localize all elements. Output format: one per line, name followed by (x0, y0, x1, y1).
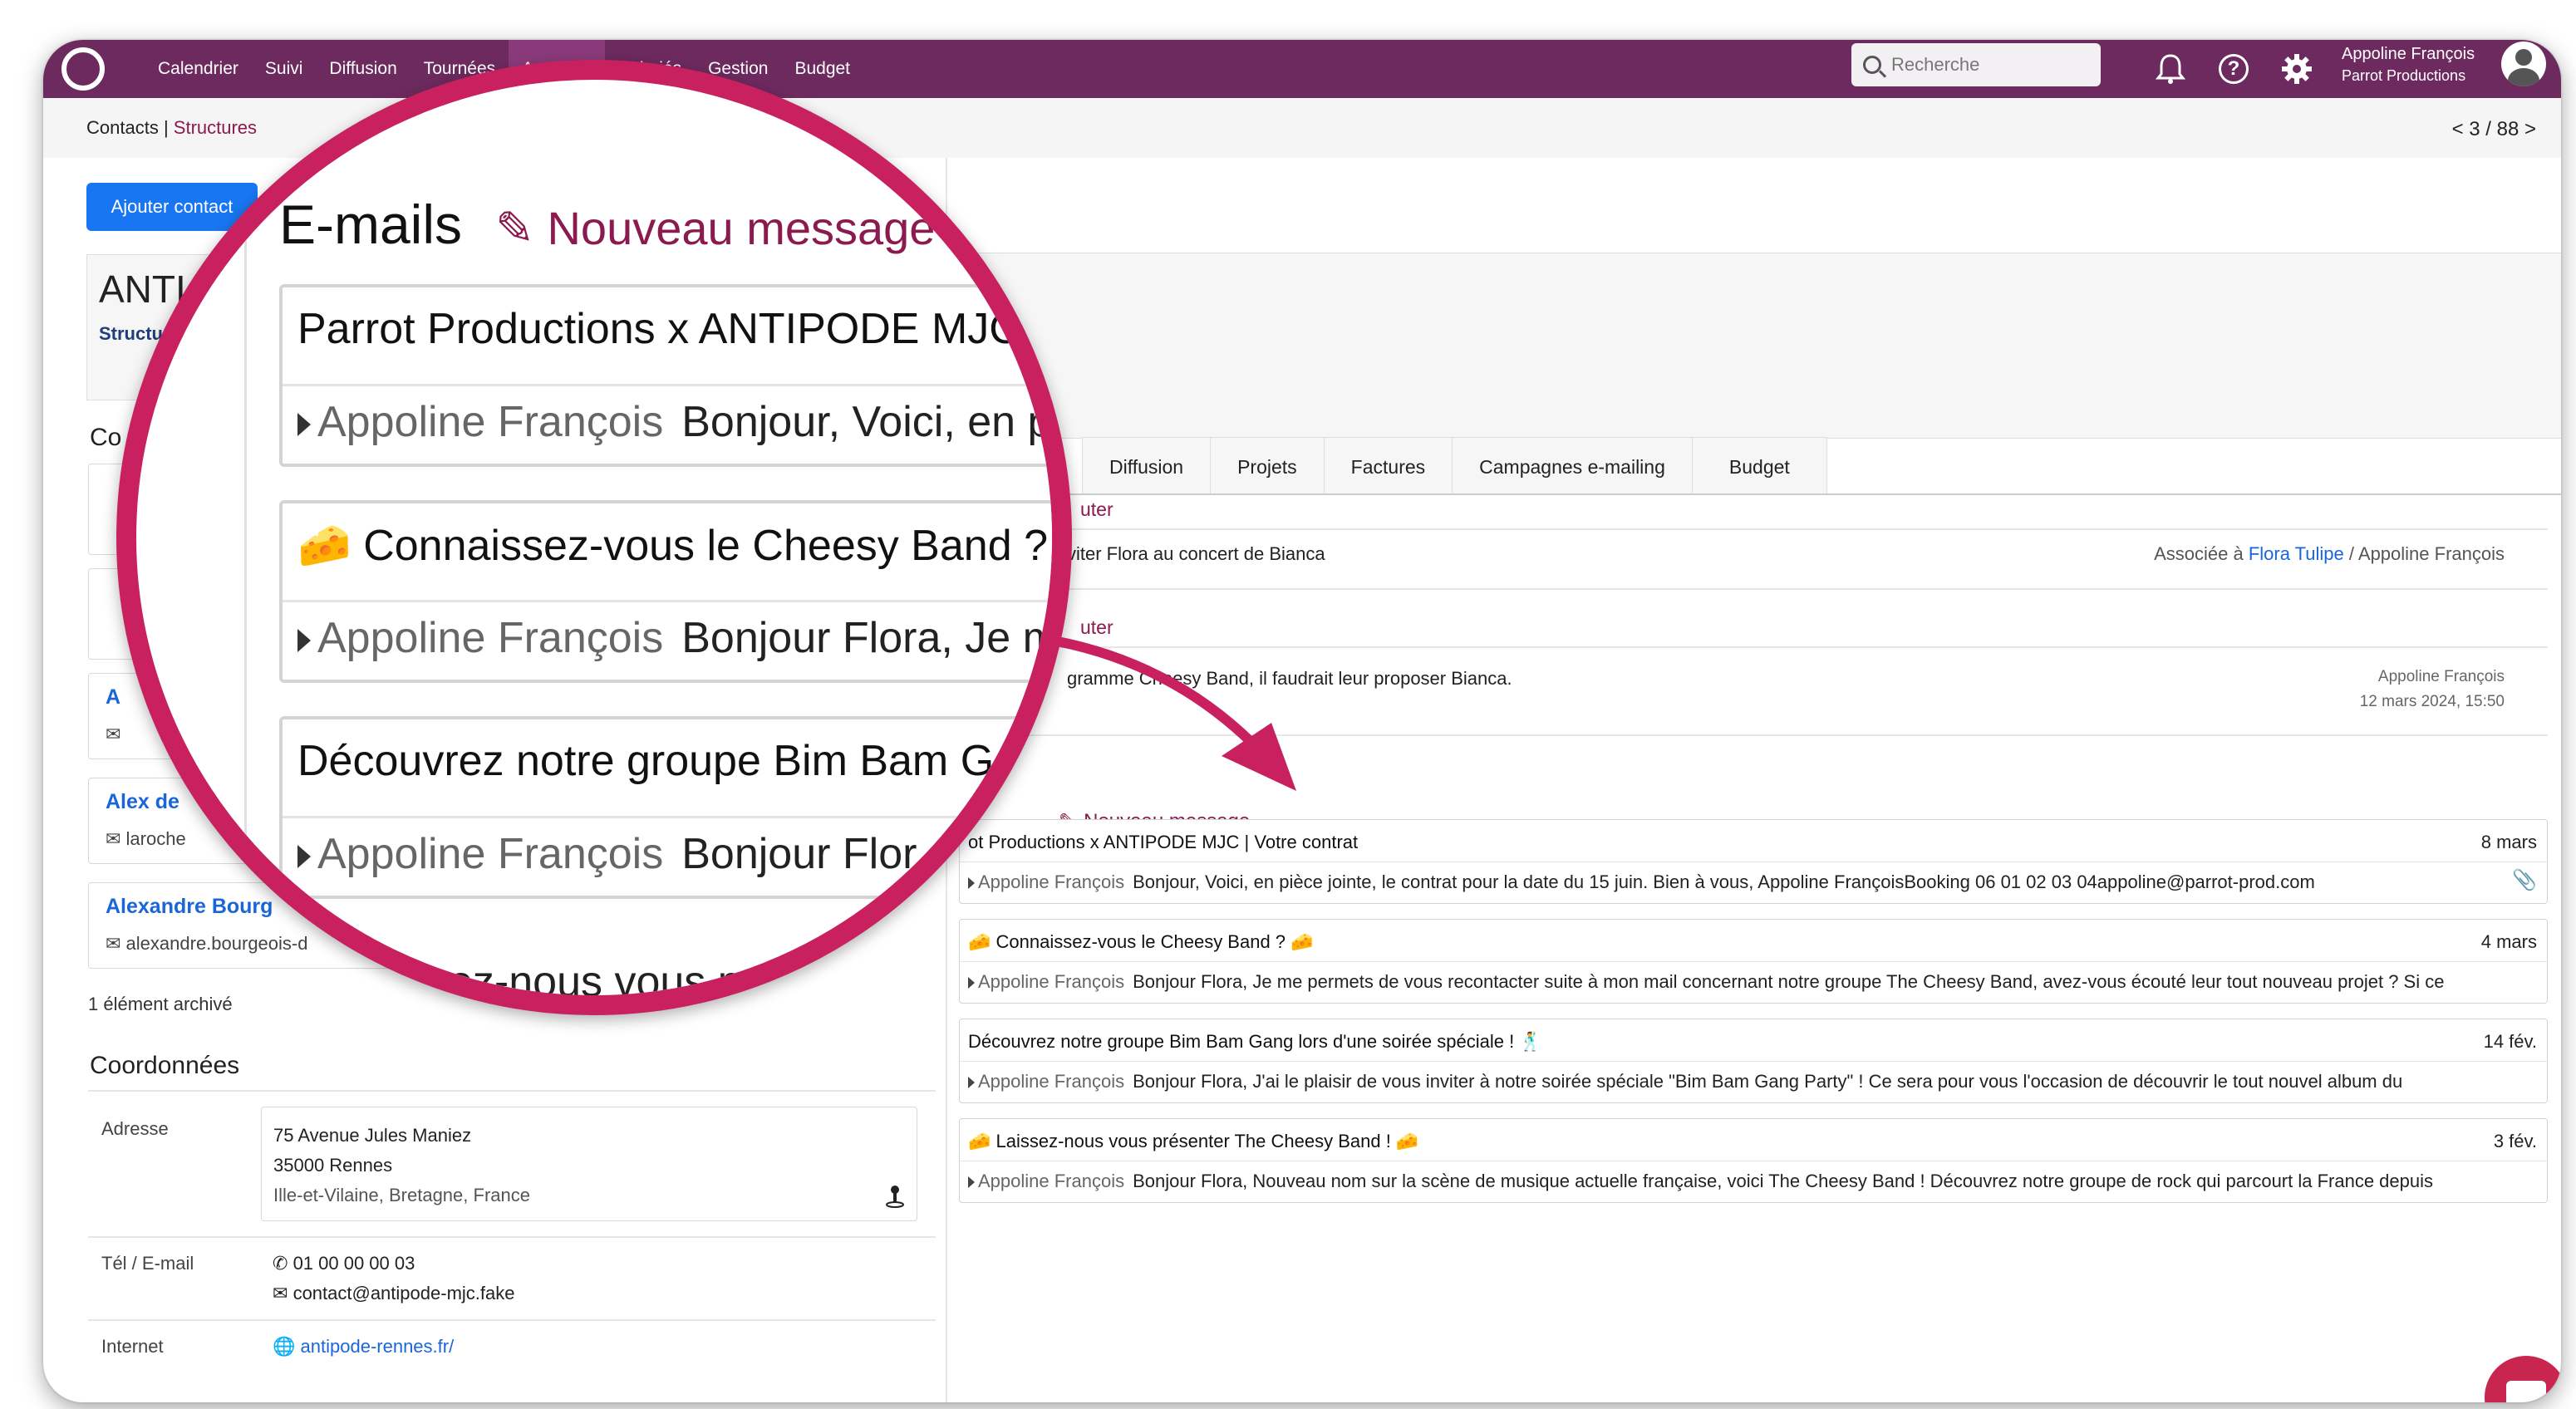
coordinates-title: Coordonnées (90, 1052, 240, 1079)
archived-count[interactable]: 1 élément archivé (88, 994, 233, 1015)
expand-caret-icon (297, 845, 311, 869)
user-name: Appoline François (2342, 45, 2475, 63)
email-preview: Appoline François Bonjour Flora, Je m (297, 613, 1052, 663)
email-subject: 🧀 Laissez-nous vous présenter The Cheesy… (968, 1131, 1419, 1151)
contact-email: ✉ (106, 724, 121, 744)
contacts-title: Co (90, 424, 122, 451)
search-icon (1863, 56, 1881, 74)
note-text: gramme Cheesy Band, il faudrait leur pro… (1067, 668, 1512, 689)
email-date: 8 mars (2480, 832, 2537, 852)
note-meta: Appoline François 12 mars 2024, 15:50 (2360, 665, 2505, 714)
tab-budget[interactable]: Budget (1691, 437, 1827, 495)
record-pager[interactable]: < 3 / 88 > (2452, 118, 2536, 141)
expand-caret-icon (297, 413, 311, 437)
email-subject: Découvrez notre groupe Bim Bam Ga (297, 737, 1019, 785)
tab-diffusion[interactable]: Diffusion (1082, 437, 1212, 495)
address-label: Adresse (101, 1118, 169, 1139)
address-line3: Ille-et-Vilaine, Bretagne, France (273, 1185, 530, 1205)
note-date: 12 mars 2024, 15:50 (2359, 693, 2505, 710)
bell-icon[interactable] (2154, 52, 2187, 86)
divider (244, 80, 247, 995)
logo-icon[interactable] (61, 47, 105, 91)
divider (959, 734, 2548, 736)
phone-icon: ✆ (273, 1253, 288, 1274)
phone-email-label: Tél / E-mail (101, 1253, 194, 1274)
search-input[interactable]: Recherche (1851, 43, 2101, 86)
search-placeholder: Recherche (1891, 54, 1980, 75)
pencil-icon: ✎ (495, 202, 534, 254)
email-subject: Découvrez notre groupe Bim Bam Gang lors… (968, 1031, 1542, 1052)
contact-name[interactable]: A (106, 685, 120, 709)
new-message-link-zoomed[interactable]: ✎ Nouveau message (495, 201, 935, 256)
task-association: Associée à Flora Tulipe / Appoline Franç… (2154, 543, 2505, 564)
expand-caret-icon (968, 1077, 975, 1089)
tab-underline (946, 493, 2561, 495)
divider (88, 1319, 936, 1321)
note-author: Appoline François (2377, 668, 2505, 685)
expand-caret-icon (297, 629, 311, 653)
emails-title: E-mails (279, 194, 463, 255)
email-thread-zoomed[interactable]: Parrot Productions x ANTIPODE MJC Appoli… (279, 284, 1052, 467)
email-thread[interactable]: Découvrez notre groupe Bim Bam Gang lors… (959, 1019, 2548, 1103)
user-org: Parrot Productions (2342, 67, 2466, 84)
magnifier-lens: E-mails ✎ Nouveau message Parrot Product… (116, 60, 1072, 1015)
email-thread-zoomed[interactable]: Découvrez notre groupe Bim Bam Ga Appoli… (279, 716, 1052, 899)
gear-icon[interactable] (2280, 52, 2313, 86)
tab-projets[interactable]: Projets (1210, 437, 1325, 495)
user-avatar-icon[interactable] (2501, 42, 2546, 86)
email-thread[interactable]: 🧀 Laissez-nous vous présenter The Cheesy… (959, 1118, 2548, 1203)
help-icon[interactable]: ? (2219, 54, 2249, 84)
add-task-link[interactable]: uter (1080, 498, 1113, 521)
divider (88, 1090, 936, 1092)
address-line1: 75 Avenue Jules Maniez (273, 1125, 472, 1146)
website-link[interactable]: 🌐 antipode-rennes.fr/ (273, 1336, 454, 1357)
tab-factures[interactable]: Factures (1323, 437, 1453, 495)
internet-label: Internet (101, 1336, 164, 1357)
map-pin-icon[interactable] (885, 1184, 905, 1209)
email-thread[interactable]: 🧀 Connaissez-vous le Cheesy Band ? 🧀 4 m… (959, 919, 2548, 1004)
email-thread[interactable]: ot Productions x ANTIPODE MJC | Votre co… (959, 819, 2548, 904)
email-date: 3 fév. (2493, 1131, 2537, 1151)
task-text[interactable]: viter Flora au concert de Bianca (1067, 543, 1325, 565)
divider (88, 1236, 936, 1238)
email-preview[interactable]: Appoline François Bonjour Flora, Nouveau … (968, 1171, 2522, 1192)
assoc-contact-link[interactable]: Flora Tulipe (2249, 543, 2344, 564)
chat-bubble-icon[interactable] (2485, 1356, 2561, 1402)
add-note-link[interactable]: uter (1080, 616, 1113, 639)
divider (959, 588, 2548, 590)
email-preview: Appoline François Bonjour Flor (297, 829, 917, 879)
divider (959, 528, 2548, 530)
email-thread-zoomed[interactable]: 🧀 Connaissez-vous le Cheesy Band ? 🧀 App… (279, 500, 1072, 683)
paperclip-icon[interactable]: 📎 (2512, 868, 2537, 892)
address-box: 75 Avenue Jules Maniez 35000 Rennes Ille… (261, 1107, 917, 1221)
phone-number[interactable]: ✆ 01 00 00 00 03 (273, 1253, 415, 1274)
email-subject-partial: ez-nous vous p (449, 958, 742, 1006)
email-preview: Appoline François Bonjour, Voici, en p (297, 397, 1051, 447)
globe-icon: 🌐 (273, 1336, 296, 1357)
address-line2: 35000 Rennes (273, 1155, 393, 1176)
tab-bar: Diffusion Projets Factures Campagnes e-m… (1082, 437, 1827, 495)
mail-icon: ✉ (273, 1283, 288, 1303)
email-preview[interactable]: Appoline FrançoisBonjour, Voici, en pièc… (968, 871, 2522, 893)
email-subject: Parrot Productions x ANTIPODE MJC (297, 305, 1020, 353)
email-date: 4 mars (2480, 931, 2537, 952)
structure-header-panel (946, 253, 2561, 439)
expand-caret-icon (968, 1176, 975, 1189)
email-preview[interactable]: Appoline François Bonjour Flora, Je me pe… (968, 971, 2522, 993)
top-icons: ? (2154, 40, 2313, 98)
email-preview[interactable]: Appoline François Bonjour Flora, J'ai le … (968, 1071, 2522, 1092)
divider (959, 646, 2548, 648)
contact-email[interactable]: ✉ contact@antipode-mjc.fake (273, 1283, 514, 1304)
email-subject: 🧀 Connaissez-vous le Cheesy Band ? 🧀 (297, 522, 1072, 570)
user-block[interactable]: Appoline François Parrot Productions (2342, 45, 2475, 85)
email-date: 14 fév. (2483, 1031, 2537, 1052)
tab-campagnes[interactable]: Campagnes e-mailing (1452, 437, 1693, 495)
